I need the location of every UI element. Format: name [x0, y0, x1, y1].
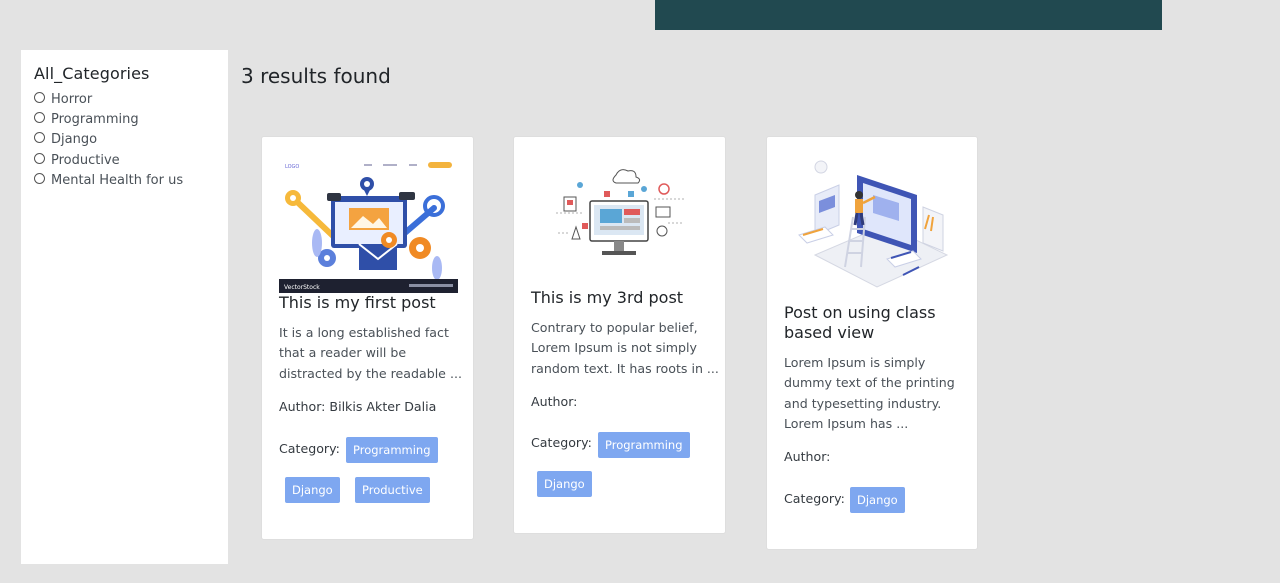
- post-title[interactable]: Post on using class based view: [784, 303, 936, 343]
- category-badge-django[interactable]: Django: [285, 477, 340, 503]
- radio-icon[interactable]: [34, 91, 45, 103]
- category-badge-productive[interactable]: Productive: [355, 477, 430, 503]
- category-badge-programming[interactable]: Programming: [598, 432, 690, 458]
- radio-icon[interactable]: [34, 152, 45, 164]
- post-card[interactable]: LOGO VectorStock This is my first post I…: [261, 136, 474, 540]
- category-label: Category:: [784, 491, 845, 506]
- category-option-programming[interactable]: Programming: [34, 109, 215, 129]
- post-author: Author: Bilkis Akter Dalia: [279, 399, 437, 414]
- category-badge-django[interactable]: Django: [850, 487, 905, 513]
- post-author: Author:: [784, 449, 831, 464]
- post-title[interactable]: This is my 3rd post: [531, 288, 683, 308]
- category-option-productive[interactable]: Productive: [34, 150, 215, 170]
- svg-text:LOGO: LOGO: [285, 164, 299, 170]
- category-option-label: Horror: [51, 91, 93, 107]
- post-excerpt: It is a long established fact that a rea…: [279, 325, 462, 381]
- category-option-django[interactable]: Django: [34, 130, 215, 150]
- post-thumbnail-image: [544, 163, 694, 273]
- post-card[interactable]: This is my 3rd post Contrary to popular …: [513, 136, 726, 534]
- post-thumbnail-image: LOGO VectorStock: [279, 158, 458, 293]
- category-sidebar: All_Categories Horror Programming Django…: [21, 50, 228, 564]
- category-label: Category:: [531, 435, 592, 450]
- radio-icon[interactable]: [34, 111, 45, 123]
- sidebar-title: All_Categories: [34, 64, 150, 83]
- top-banner: [655, 0, 1162, 30]
- category-option-label: Productive: [51, 152, 120, 168]
- category-option-label: Programming: [51, 111, 139, 127]
- category-badge-programming[interactable]: Programming: [346, 437, 438, 463]
- results-count: 3 results found: [241, 64, 391, 88]
- category-badge-django[interactable]: Django: [537, 471, 592, 497]
- post-excerpt: Lorem Ipsum is simply dummy text of the …: [784, 355, 955, 431]
- post-excerpt: Contrary to popular belief, Lorem Ipsum …: [531, 320, 719, 376]
- category-option-label: Mental Health for us: [51, 172, 184, 188]
- post-thumbnail-image: [795, 155, 951, 295]
- category-label: Category:: [279, 441, 340, 456]
- post-author: Author:: [531, 394, 578, 409]
- category-option-horror[interactable]: Horror: [34, 89, 215, 109]
- radio-icon[interactable]: [34, 132, 45, 144]
- post-card[interactable]: Post on using class based view Lorem Ips…: [766, 136, 978, 550]
- category-option-mental-health[interactable]: Mental Health for us: [34, 170, 215, 190]
- image-watermark: VectorStock: [284, 284, 320, 291]
- post-title[interactable]: This is my first post: [279, 293, 436, 313]
- category-option-label: Django: [51, 132, 98, 148]
- radio-icon[interactable]: [34, 172, 45, 184]
